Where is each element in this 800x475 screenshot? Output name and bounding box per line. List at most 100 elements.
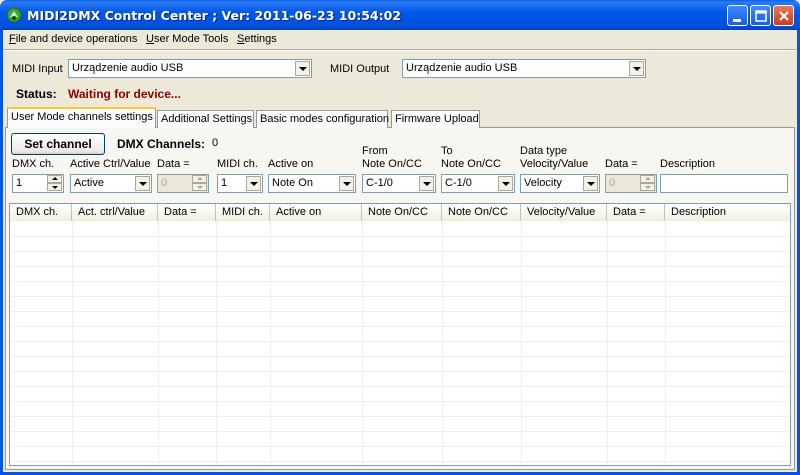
chevron-down-icon[interactable] [339, 176, 354, 191]
grid-col-line [72, 221, 73, 465]
chevron-down-icon[interactable] [498, 176, 513, 191]
grid-row-line [10, 386, 790, 387]
to-label-line2: Note On/CC [441, 158, 501, 170]
minimize-icon [733, 19, 741, 22]
window-border-left [0, 30, 3, 475]
data-type-select[interactable]: Velocity [520, 174, 600, 193]
column-from-note[interactable]: Note On/CC [362, 204, 442, 221]
spin-down-icon[interactable] [192, 183, 207, 191]
grid-row-line [10, 236, 790, 237]
grid-row-line [10, 311, 790, 312]
grid-row-line [10, 401, 790, 402]
active-on-label: Active on [268, 158, 314, 170]
menu-user-mode-tools[interactable]: User Mode Tools [146, 33, 228, 45]
grid-col-line [216, 221, 217, 465]
window-title: MIDI2DMX Control Center ; Ver: 2011-06-2… [27, 8, 401, 23]
grid-row-line [10, 251, 790, 252]
grid-row-line [10, 446, 790, 447]
from-note-select[interactable]: C-1/0 [362, 174, 436, 193]
grid-row-line [10, 281, 790, 282]
grid-col-line [158, 221, 159, 465]
midi-output-label: MIDI Output [330, 63, 390, 75]
grid-col-line [442, 221, 443, 465]
dmx-channels-label: DMX Channels: [117, 137, 206, 151]
minimize-button[interactable] [727, 5, 748, 26]
midi-ch-label: MIDI ch. [217, 158, 258, 170]
tab-additional-settings[interactable]: Additional Settings [157, 110, 254, 128]
chevron-down-icon[interactable] [295, 61, 310, 76]
column-data-2[interactable]: Data = [607, 204, 665, 221]
grid-row-line [10, 461, 790, 462]
from-label-line2: Note On/CC [362, 158, 422, 170]
grid-col-line [607, 221, 608, 465]
maximize-icon [755, 10, 767, 22]
grid-col-line [270, 221, 271, 465]
status-label: Status: [16, 87, 57, 101]
chevron-down-icon[interactable] [135, 176, 150, 191]
spin-down-icon[interactable] [47, 183, 62, 191]
maximize-button[interactable] [750, 5, 771, 26]
close-button[interactable] [773, 5, 794, 26]
dmx-ch-stepper[interactable]: 1 [12, 174, 64, 193]
from-label-line1: From [362, 145, 388, 157]
active-on-select[interactable]: Note On [268, 174, 356, 193]
to-note-select[interactable]: C-1/0 [441, 174, 515, 193]
description-input[interactable] [660, 174, 788, 193]
grid-row-line [10, 296, 790, 297]
data1-stepper[interactable]: 0 [157, 174, 209, 193]
set-channel-button[interactable]: Set channel [11, 133, 105, 155]
grid-row-line [10, 431, 790, 432]
data1-label: Data = [157, 158, 190, 170]
data2-label: Data = [605, 158, 638, 170]
column-act-ctrl-value[interactable]: Act. ctrl/Value [72, 204, 158, 221]
spin-up-icon[interactable] [640, 175, 655, 183]
app-icon [6, 7, 22, 23]
midi-ch-select[interactable]: 1 [217, 174, 263, 193]
column-description[interactable]: Description [665, 204, 790, 221]
grid-row-line [10, 371, 790, 372]
data-type-label-line1: Data type [520, 145, 568, 157]
table-header: DMX ch. Act. ctrl/Value Data = MIDI ch. … [10, 204, 790, 221]
midi-input-select[interactable]: Urządzenie audio USB [68, 59, 312, 78]
title-bar[interactable]: MIDI2DMX Control Center ; Ver: 2011-06-2… [0, 0, 800, 30]
description-label: Description [660, 158, 716, 170]
data-type-label-line2: Velocity/Value [520, 158, 589, 170]
chevron-down-icon[interactable] [629, 61, 644, 76]
midi-input-label: MIDI Input [12, 63, 63, 75]
dmx-ch-label: DMX ch. [12, 158, 55, 170]
chevron-down-icon[interactable] [419, 176, 434, 191]
grid-row-line [10, 416, 790, 417]
grid-col-line [521, 221, 522, 465]
spin-up-icon[interactable] [192, 175, 207, 183]
menu-bar: File and device operations User Mode Too… [3, 30, 797, 49]
chevron-down-icon[interactable] [246, 176, 261, 191]
column-velocity-value[interactable]: Velocity/Value [521, 204, 607, 221]
column-to-note[interactable]: Note On/CC [442, 204, 521, 221]
grid-row-line [10, 326, 790, 327]
active-ctrl-label: Active Ctrl/Value [70, 158, 151, 170]
column-data-1[interactable]: Data = [158, 204, 216, 221]
menu-file-device[interactable]: File and device operations [9, 33, 137, 45]
channels-table[interactable]: DMX ch. Act. ctrl/Value Data = MIDI ch. … [9, 203, 791, 466]
grid-col-line [362, 221, 363, 465]
grid-col-line [665, 221, 666, 465]
column-dmx-ch[interactable]: DMX ch. [10, 204, 72, 221]
data2-stepper[interactable]: 0 [605, 174, 657, 193]
midi-output-select[interactable]: Urządzenie audio USB [402, 59, 646, 78]
chevron-down-icon[interactable] [583, 176, 598, 191]
grid-row-line [10, 266, 790, 267]
to-label-line1: To [441, 145, 453, 157]
active-ctrl-select[interactable]: Active [70, 174, 152, 193]
menu-settings[interactable]: Settings [237, 33, 277, 45]
tab-firmware-upload[interactable]: Firmware Upload [391, 110, 480, 128]
dmx-channels-value: 0 [212, 137, 219, 149]
column-midi-ch[interactable]: MIDI ch. [216, 204, 270, 221]
menu-separator [3, 49, 797, 51]
close-icon [779, 11, 789, 21]
tab-user-mode-channels[interactable]: User Mode channels settings [7, 107, 156, 128]
column-active-on[interactable]: Active on [270, 204, 362, 221]
grid-row-line [10, 356, 790, 357]
spin-down-icon[interactable] [640, 183, 655, 191]
spin-up-icon[interactable] [47, 175, 62, 183]
tab-basic-modes[interactable]: Basic modes configuration [256, 110, 389, 128]
